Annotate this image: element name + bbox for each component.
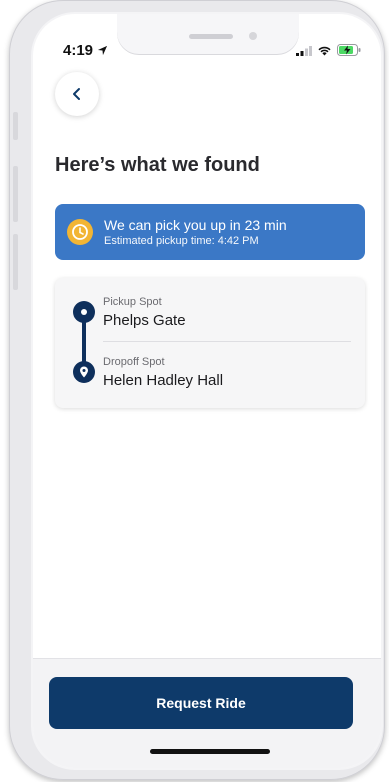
status-time-text: 4:19 (63, 42, 94, 59)
route-card: Pickup Spot Phelps Gate Dropoff Spot Hel… (55, 278, 365, 408)
cellular-signal-icon (296, 45, 312, 56)
eta-sub-text: Estimated pickup time: 4:42 PM (104, 234, 259, 247)
chevron-left-icon (73, 88, 80, 100)
status-bar-time: 4:19 (63, 42, 108, 59)
clock-icon (67, 219, 93, 245)
request-ride-button[interactable]: Request Ride (49, 677, 353, 729)
phone-frame: 4:19 Here’s what we found We can pick yo… (9, 0, 385, 780)
wifi-icon (318, 46, 331, 56)
volume-down-button (13, 234, 18, 290)
eta-main-text: We can pick you up in 23 min (104, 216, 287, 233)
front-camera (249, 32, 257, 40)
silent-switch (13, 112, 18, 140)
volume-up-button (13, 166, 18, 222)
speaker-grille (189, 34, 233, 39)
map-pin-icon (73, 361, 95, 383)
location-arrow-icon (97, 45, 108, 56)
eta-text-group: We can pick you up in 23 min Estimated p… (104, 217, 287, 248)
home-indicator[interactable] (150, 749, 270, 754)
pickup-dot-icon (73, 301, 95, 323)
route-divider (103, 341, 351, 342)
dropoff-spot-name[interactable]: Helen Hadley Hall (103, 372, 223, 389)
pickup-spot-caption: Pickup Spot (103, 296, 162, 308)
phone-screen: 4:19 Here’s what we found We can pick yo… (33, 14, 381, 768)
status-bar-indicators (296, 44, 361, 56)
battery-charging-icon (337, 44, 361, 56)
dropoff-spot-caption: Dropoff Spot (103, 356, 165, 368)
pickup-eta-banner: We can pick you up in 23 min Estimated p… (55, 204, 365, 260)
back-button[interactable] (55, 72, 99, 116)
bottom-action-bar: Request Ride (33, 658, 381, 768)
notch (117, 14, 299, 54)
pickup-spot-name[interactable]: Phelps Gate (103, 312, 186, 329)
page-title: Here’s what we found (55, 154, 260, 176)
